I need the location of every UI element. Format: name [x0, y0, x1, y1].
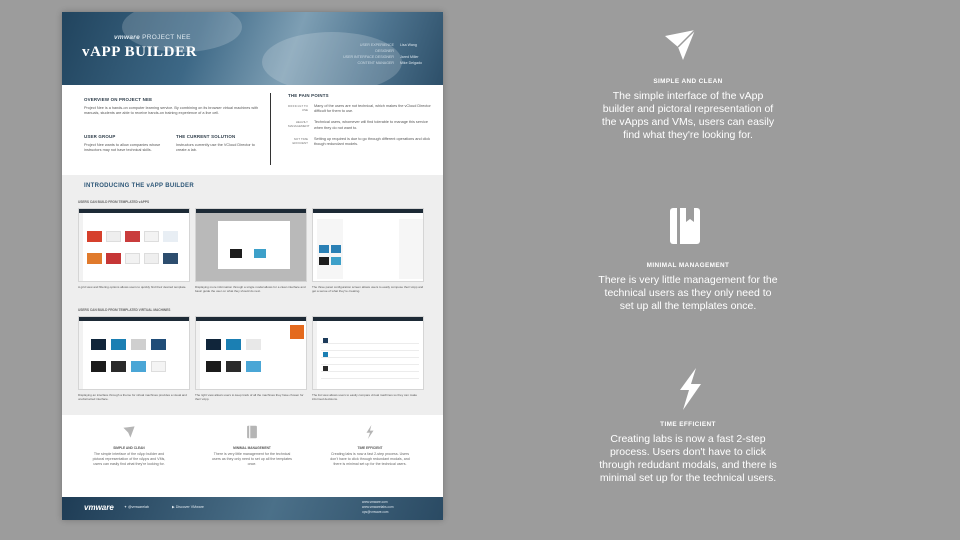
caption: The three panel configuration screen all…: [312, 285, 424, 293]
case-study-poster: vmware PROJECT NEE vAPP BUILDER USER EXP…: [62, 12, 443, 520]
row2-label: USERS CAN BUILD FROM TEMPLATED VIRTUAL M…: [78, 308, 171, 312]
contact-list: www.vmware.com www.vmwarelabs.com ops@vm…: [362, 500, 394, 514]
lightning-icon: [366, 425, 374, 439]
pain-point-item: DIFFICULT TO USE Many of the users are no…: [288, 104, 431, 114]
feature-text: Creating labs is now a fast 2-step proce…: [599, 433, 777, 484]
divider: [270, 93, 271, 165]
poster-footer: vmware ✦ @vmwarelab ▶ Discover VMware ww…: [62, 497, 443, 520]
book-icon: [247, 425, 257, 439]
caption: The right view allows users to keep trac…: [195, 393, 304, 401]
poster-title: vAPP BUILDER: [82, 44, 198, 60]
row1-label: USERS CAN BUILD FROM TEMPLATED vAPPS: [78, 200, 150, 204]
lightning-icon: [680, 368, 701, 410]
introducing-section: INTRODUCING THE vAPP BUILDER USERS CAN B…: [62, 175, 443, 415]
screenshot-vm-selected: [195, 316, 307, 390]
feature-simple-clean: SIMPLE AND CLEAN The simple interface of…: [89, 425, 169, 466]
pain-points-heading: THE PAIN POINTS: [288, 93, 329, 98]
screenshot-configuration-view: [312, 208, 424, 282]
screenshot-vm-grid: [78, 316, 190, 390]
feature-block-simple-clean: SIMPLE AND CLEAN The simple interface of…: [598, 78, 778, 142]
brand-label: vmware PROJECT NEE: [114, 34, 191, 41]
youtube-channel: ▶ Discover VMware: [172, 505, 204, 509]
vmware-logo: vmware: [84, 503, 114, 512]
screenshot-grid-view: [78, 208, 190, 282]
feature-text: The simple interface of the vApp builder…: [601, 90, 775, 141]
caption: A grid view and filtering options allows…: [78, 285, 187, 289]
feature-time-efficient: TIME EFFICIENT Creating labs is now a fa…: [330, 425, 410, 466]
paper-plane-icon: [665, 29, 696, 60]
introducing-heading: INTRODUCING THE vAPP BUILDER: [84, 183, 194, 189]
pain-point-item: NOT TIME EFFICIENT Setting up required is…: [292, 136, 431, 147]
poster-header: vmware PROJECT NEE vAPP BUILDER USER EXP…: [62, 12, 443, 92]
overview-text: Project Nee is a hands-on computer learn…: [84, 106, 259, 116]
feature-heading: MINIMAL MANAGEMENT: [646, 262, 730, 269]
caption: Displaying an interface through a theme …: [78, 393, 187, 401]
current-solution-heading: THE CURRENT SOLUTION: [176, 134, 236, 139]
feature-text: There is very little management for the …: [598, 274, 778, 312]
screenshot-vm-list: [312, 316, 424, 390]
feature-block-time-efficient: TIME EFFICIENT Creating labs is now a fa…: [598, 421, 778, 485]
pain-point-item: HEAVILY MANAGEMENT Technical users, whome…: [288, 120, 428, 130]
user-group-heading: USER GROUP: [84, 134, 116, 139]
feature-minimal-management: MINIMAL MANAGEMENT There is very little …: [212, 425, 292, 466]
screenshot-modal-view: [195, 208, 307, 282]
twitter-handle: ✦ @vmwarelab: [124, 505, 150, 509]
overview-section: OVERVIEW ON PROJECT NEE Project Nee is a…: [62, 85, 443, 175]
caption: Displaying more information through a si…: [195, 285, 306, 293]
overview-heading: OVERVIEW ON PROJECT NEE: [84, 97, 153, 102]
feature-block-minimal-management: MINIMAL MANAGEMENT There is very little …: [598, 262, 778, 313]
paper-plane-icon: [123, 426, 135, 438]
book-icon: [670, 208, 700, 244]
feature-heading: TIME EFFICIENT: [660, 421, 716, 428]
features-section: SIMPLE AND CLEAN The simple interface of…: [62, 415, 443, 497]
caption: The list view allows users to easily com…: [312, 393, 418, 401]
credits-list: USER EXPERIENCE DESIGNER Lisa Wang USER I…: [343, 43, 422, 65]
feature-heading: SIMPLE AND CLEAN: [653, 78, 723, 85]
user-group-text: Project Nee wants to allow companies who…: [84, 143, 161, 153]
current-solution-text: Instructors currently use the VCloud Dir…: [176, 143, 255, 153]
